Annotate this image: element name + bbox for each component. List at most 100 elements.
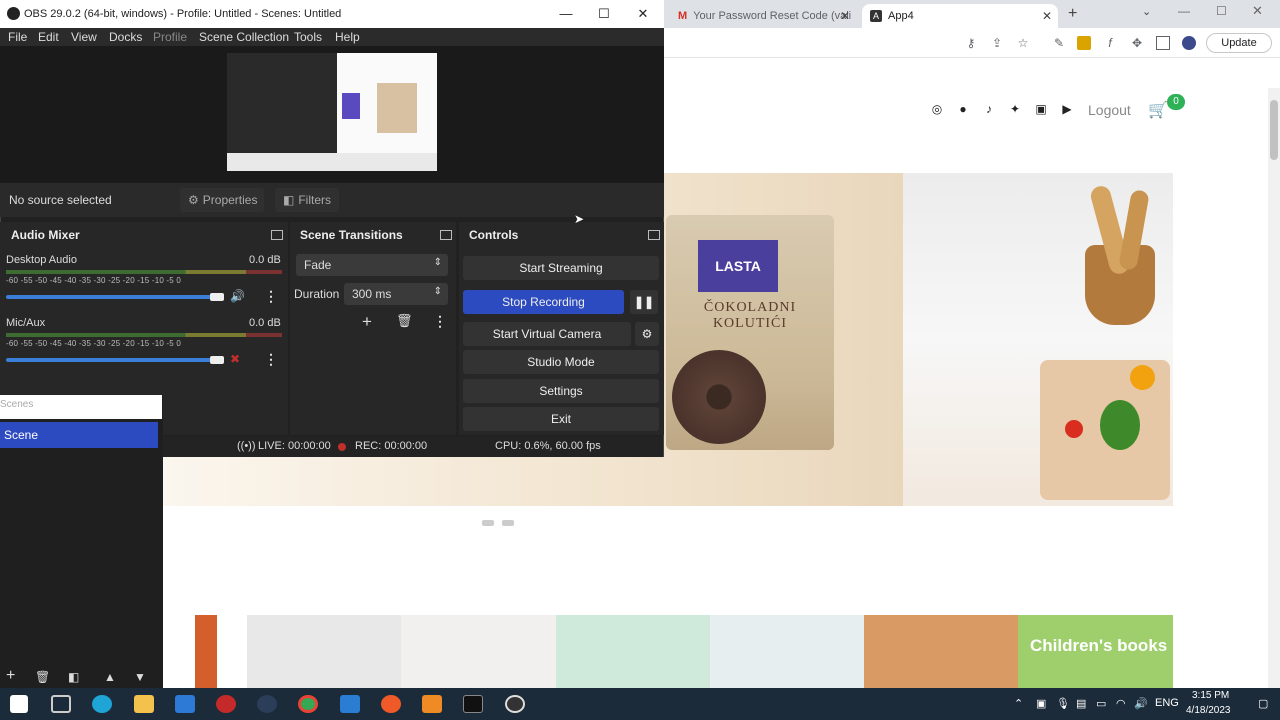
language-indicator[interactable]: ENG	[1155, 697, 1179, 709]
start-virtual-camera-button[interactable]: Start Virtual Camera	[463, 322, 631, 346]
menu-edit[interactable]: Edit	[38, 30, 59, 44]
minimize-icon[interactable]: —	[556, 6, 576, 22]
menu-file[interactable]: File	[8, 30, 27, 44]
trash-icon[interactable]: 🗑	[396, 313, 413, 329]
add-transition-icon[interactable]: +	[362, 312, 372, 332]
volume-slider[interactable]	[6, 295, 216, 299]
update-button[interactable]: Update	[1206, 33, 1272, 53]
obs-taskbar-icon[interactable]	[505, 695, 525, 713]
close-icon[interactable]: ✕	[633, 6, 653, 22]
extension-yellow-icon[interactable]	[1077, 36, 1091, 50]
wifi-icon[interactable]: ◠	[1116, 697, 1126, 710]
transition-menu-icon[interactable]: ⋮	[433, 313, 447, 330]
clock-time[interactable]: 3:15 PM	[1192, 690, 1229, 701]
puzzle-icon[interactable]: ✥	[1130, 36, 1144, 50]
category-tile-baby[interactable]	[710, 615, 864, 688]
float-dock-icon[interactable]	[440, 230, 452, 240]
close-window-icon[interactable]: ✕	[1252, 3, 1263, 19]
menu-tools[interactable]: Tools	[294, 30, 322, 44]
pause-icon[interactable]: ❚❚	[630, 290, 658, 314]
menu-view[interactable]: View	[71, 30, 97, 44]
scene-list-item[interactable]: Scene	[0, 422, 158, 448]
volume-icon[interactable]: 🔊	[1134, 697, 1148, 710]
logout-link[interactable]: Logout	[1088, 102, 1131, 118]
settings-button[interactable]: Settings	[463, 379, 659, 403]
bookmark-star-icon[interactable]: ☆	[1016, 36, 1030, 50]
maximize-icon[interactable]: ☐	[594, 6, 614, 22]
category-tile-drinks[interactable]	[556, 615, 710, 688]
close-tab-icon[interactable]: ✕	[840, 9, 850, 23]
microphone-icon[interactable]: 🎙	[1056, 697, 1070, 710]
twitter-icon[interactable]: ✦	[1008, 102, 1022, 116]
mail-icon[interactable]	[175, 695, 195, 713]
obs-titlebar[interactable]: OBS 29.0.2 (64-bit, windows) - Profile: …	[0, 0, 664, 28]
steam-icon[interactable]	[257, 695, 277, 713]
move-up-icon[interactable]: ▲	[104, 670, 116, 684]
stepper-icon[interactable]: ⇕	[434, 286, 442, 297]
properties-button[interactable]: ⚙ Properties	[180, 188, 264, 212]
guitar-image[interactable]	[195, 615, 217, 688]
move-down-icon[interactable]: ▼	[134, 670, 146, 684]
share-icon[interactable]: ⇪	[990, 36, 1004, 50]
instagram-icon[interactable]: ◎	[930, 102, 944, 116]
formula-icon[interactable]: f	[1103, 36, 1117, 50]
menu-docks[interactable]: Docks	[109, 30, 142, 44]
muted-mic-icon[interactable]: ✖	[230, 352, 240, 366]
windows-start-icon[interactable]	[10, 695, 28, 713]
menu-help[interactable]: Help	[335, 30, 360, 44]
trash-icon[interactable]: 🗑	[35, 670, 50, 684]
browser-tab-gmail[interactable]: M Your Password Reset Code (vali ✕	[670, 4, 856, 28]
linkedin-icon[interactable]: ▣	[1034, 102, 1048, 116]
float-dock-icon[interactable]	[648, 230, 660, 240]
scene-filter-icon[interactable]: ◧	[68, 670, 79, 684]
transition-select[interactable]: Fade ⇕	[296, 254, 448, 276]
clock-date[interactable]: 4/18/2023	[1186, 705, 1231, 716]
vlc-icon[interactable]	[422, 695, 442, 713]
close-tab-icon[interactable]: ✕	[1042, 9, 1052, 23]
battery-icon[interactable]: ▭	[1096, 697, 1106, 710]
duration-spinbox[interactable]: 300 ms ⇕	[344, 283, 448, 305]
category-tile-men[interactable]	[247, 615, 401, 688]
menu-scene-collection[interactable]: Scene Collection	[199, 30, 289, 44]
stop-recording-button[interactable]: Stop Recording	[463, 290, 624, 314]
float-dock-icon[interactable]	[271, 230, 283, 240]
task-view-icon[interactable]	[51, 695, 71, 713]
file-explorer-icon[interactable]	[134, 695, 154, 713]
filters-button[interactable]: ◧ Filters	[275, 188, 339, 212]
page-scrollbar[interactable]	[1268, 88, 1280, 688]
channel-menu-icon[interactable]: ⋮	[264, 351, 278, 368]
gear-icon[interactable]: ⚙	[635, 322, 659, 346]
carousel-dot[interactable]	[502, 520, 514, 526]
maximize-icon[interactable]: ☐	[1216, 4, 1227, 18]
volume-slider-handle[interactable]	[210, 356, 224, 364]
edge-icon[interactable]	[92, 695, 112, 713]
chrome-icon[interactable]	[298, 695, 318, 713]
cart-icon[interactable]: 🛒	[1148, 100, 1168, 120]
key-icon[interactable]: ⚷	[964, 36, 978, 50]
tray-chevron-icon[interactable]: ⌃	[1014, 697, 1023, 710]
studio-mode-button[interactable]: Studio Mode	[463, 350, 659, 374]
start-streaming-button[interactable]: Start Streaming	[463, 256, 659, 280]
volume-slider[interactable]	[6, 358, 216, 362]
youtube-icon[interactable]: ▶	[1060, 102, 1074, 116]
browser-tab-app4[interactable]: A App4 ✕	[862, 4, 1058, 28]
minimize-icon[interactable]: —	[1178, 4, 1190, 18]
add-scene-icon[interactable]: +	[6, 667, 15, 685]
exit-button[interactable]: Exit	[463, 407, 659, 431]
menu-profile[interactable]: Profile	[153, 30, 187, 44]
scrollbar-thumb[interactable]	[1270, 100, 1278, 160]
new-tab-icon[interactable]: +	[1068, 5, 1077, 23]
vscode-icon[interactable]	[340, 695, 360, 713]
tiktok-icon[interactable]: ♪	[982, 102, 996, 116]
category-tile-women[interactable]	[401, 615, 556, 688]
terminal-icon[interactable]	[463, 695, 483, 713]
tray-icon[interactable]: ▤	[1076, 697, 1086, 710]
carousel-dot[interactable]	[482, 520, 494, 526]
sidebar-icon[interactable]	[1156, 36, 1170, 50]
notification-icon[interactable]: ▢	[1258, 697, 1268, 710]
extension-pen-icon[interactable]: ✎	[1052, 36, 1066, 50]
facebook-icon[interactable]: ●	[956, 102, 970, 116]
postman-icon[interactable]	[381, 695, 401, 713]
channel-menu-icon[interactable]: ⋮	[264, 288, 278, 305]
tray-icon[interactable]: ▣	[1036, 697, 1046, 710]
